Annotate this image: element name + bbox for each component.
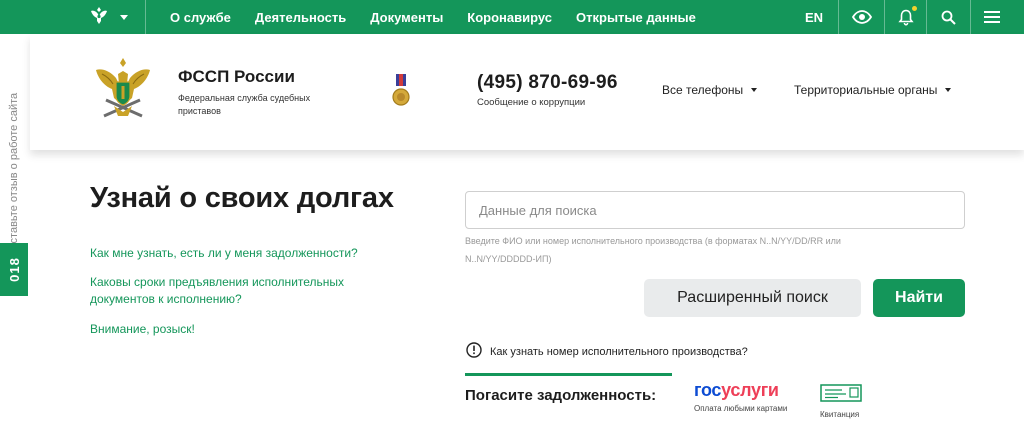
notification-dot [912, 6, 917, 11]
org-subtitle: Федеральная служба судебных приставов [178, 93, 311, 116]
chevron-down-icon [120, 8, 128, 26]
fssp-emblem-logo[interactable] [92, 56, 154, 124]
medal-icon [390, 74, 412, 112]
eye-icon[interactable] [838, 0, 884, 34]
page-title: Узнай о своих долгах [90, 182, 394, 214]
receipt-link[interactable]: Квитанция [820, 384, 862, 419]
nav-link-documents[interactable]: Документы [370, 10, 443, 25]
emblem-menu-button[interactable] [0, 0, 146, 34]
nav-link-open-data[interactable]: Открытые данные [576, 10, 696, 25]
gosuslugi-logo: госуслуги [694, 380, 779, 400]
howto-link[interactable]: Как узнать номер исполнительного произво… [466, 342, 748, 361]
emblem-icon [88, 4, 110, 31]
hamburger-menu-icon[interactable] [970, 0, 1012, 34]
gosuslugi-payment-link[interactable]: госуслуги Оплата любыми картами [694, 380, 787, 413]
search-input[interactable] [465, 191, 965, 229]
site-header: ФССП России Федеральная служба судебных … [30, 34, 1024, 150]
info-icon [466, 342, 482, 361]
nav-link-activity[interactable]: Деятельность [255, 10, 346, 25]
regional-offices-dropdown[interactable]: Территориальные органы [794, 83, 952, 97]
language-switch[interactable]: EN [794, 0, 834, 34]
org-title[interactable]: ФССП России [178, 67, 295, 87]
regional-offices-label: Территориальные органы [794, 83, 938, 97]
feedback-link[interactable]: Оставьте отзыв о работе сайта [8, 93, 20, 252]
receipt-caption: Квитанция [820, 410, 860, 419]
nav-link-coronavirus[interactable]: Коронавирус [467, 10, 552, 25]
faq-link-debts[interactable]: Как мне узнать, есть ли у меня задолженн… [90, 245, 390, 262]
all-phones-label: Все телефоны [662, 83, 744, 97]
all-phones-dropdown[interactable]: Все телефоны [662, 83, 758, 97]
faq-link-deadlines[interactable]: Каковы сроки предъявления исполнительных… [90, 274, 380, 308]
nav-link-about[interactable]: О службе [170, 10, 231, 25]
search-icon[interactable] [926, 0, 970, 34]
advanced-search-button[interactable]: Расширенный поиск [644, 279, 861, 317]
age-badge[interactable]: 018 [0, 243, 28, 296]
age-badge-label: 018 [6, 257, 22, 282]
gosuslugi-caption: Оплата любыми картами [694, 404, 788, 413]
main-menu: О службе Деятельность Документы Коронави… [146, 0, 696, 34]
pay-debt-label: Погасите задолженность: [465, 387, 657, 404]
faq-link-wanted[interactable]: Внимание, розыск! [90, 321, 290, 338]
feedback-strip: Оставьте отзыв о работе сайта [0, 34, 30, 252]
hotline-phone[interactable]: (495) 870-69-96 [477, 72, 618, 94]
caret-down-icon [945, 88, 952, 92]
bell-icon[interactable] [884, 0, 926, 34]
hotline-caption: Сообщение о коррупции [477, 97, 586, 108]
caret-down-icon [751, 88, 758, 92]
section-divider [465, 373, 672, 376]
howto-link-label: Как узнать номер исполнительного произво… [490, 345, 748, 358]
top-navbar: О службе Деятельность Документы Коронави… [0, 0, 1024, 34]
search-hint: Введите ФИО или номер исполнительного пр… [465, 236, 841, 264]
find-button[interactable]: Найти [873, 279, 965, 317]
navbar-tools: EN [794, 0, 1024, 34]
receipt-icon [820, 384, 862, 406]
